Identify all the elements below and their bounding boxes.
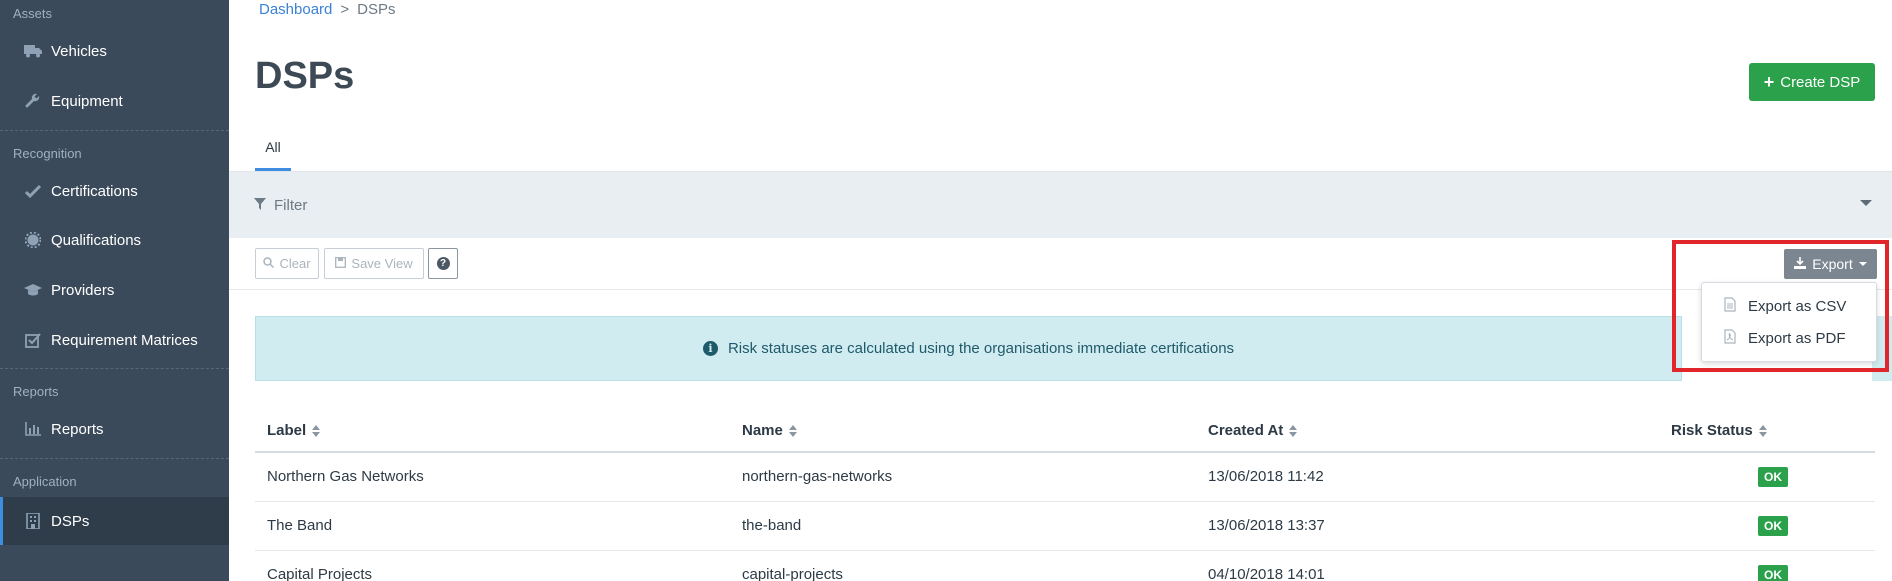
wrench-icon: [24, 92, 42, 110]
sidebar-item-label: Requirement Matrices: [51, 331, 198, 349]
sidebar-item-label: Qualifications: [51, 231, 142, 249]
sidebar-item-label: DSPs: [51, 512, 90, 530]
sidebar-item-dsps[interactable]: DSPs: [0, 497, 229, 545]
highlight-annotation-box: [1672, 240, 1889, 372]
create-dsp-label: Create DSP: [1780, 73, 1861, 91]
sidebar-item-reports[interactable]: Reports: [0, 407, 229, 451]
clear-button[interactable]: Clear: [255, 248, 319, 279]
save-icon: [335, 256, 347, 271]
filter-label: Filter: [274, 196, 308, 214]
table-row[interactable]: Northern Gas Networks northern-gas-netwo…: [255, 452, 1875, 502]
cell-label: Capital Projects: [255, 550, 730, 581]
breadcrumb-dashboard-link[interactable]: Dashboard: [259, 1, 332, 18]
sidebar-divider: [0, 130, 229, 131]
sidebar-item-equipment[interactable]: Equipment: [0, 79, 229, 123]
plus-icon: +: [1763, 72, 1775, 92]
save-view-label: Save View: [351, 256, 413, 271]
breadcrumb: Dashboard > DSPs: [259, 1, 396, 18]
page-title: DSPs: [255, 55, 355, 97]
info-banner: i Risk statuses are calculated using the…: [255, 316, 1682, 381]
column-created-text: Created At: [1208, 422, 1284, 439]
cell-created-at: 13/06/2018 13:37: [1196, 501, 1659, 551]
sidebar-section-recognition: Recognition: [13, 146, 82, 161]
clear-label: Clear: [279, 256, 311, 271]
sidebar-item-label: Equipment: [51, 92, 123, 110]
table-header-row: Label Name Created At Risk Status: [255, 410, 1875, 453]
breadcrumb-current: DSPs: [357, 1, 396, 18]
cell-label: Northern Gas Networks: [255, 452, 730, 502]
truck-icon: [24, 42, 42, 60]
check-icon: [24, 182, 42, 200]
sidebar-item-label: Vehicles: [51, 42, 107, 60]
cell-risk-status: OK: [1659, 452, 1875, 502]
help-button[interactable]: ?: [428, 248, 458, 279]
column-header-label[interactable]: Label: [255, 410, 730, 453]
cell-risk-status: OK: [1659, 550, 1875, 581]
sort-icon: [788, 425, 797, 438]
building-icon: [24, 512, 42, 530]
filter-bar[interactable]: Filter: [229, 172, 1892, 238]
table-row[interactable]: Capital Projects capital-projects 04/10/…: [255, 550, 1875, 581]
column-header-risk-status[interactable]: Risk Status: [1659, 410, 1875, 453]
sidebar-item-label: Certifications: [51, 182, 138, 200]
sidebar-divider: [0, 458, 229, 459]
save-view-button[interactable]: Save View: [324, 248, 424, 279]
info-icon: i: [702, 341, 718, 356]
sidebar-item-qualifications[interactable]: Qualifications: [0, 218, 229, 262]
checkbox-icon: [24, 331, 42, 349]
cell-name: northern-gas-networks: [730, 452, 1196, 502]
toolbar-divider: [229, 289, 1892, 290]
dsps-table: Label Name Created At Risk Status Northe…: [255, 410, 1875, 581]
sidebar-section-application: Application: [13, 474, 77, 489]
breadcrumb-separator: >: [340, 1, 350, 18]
tab-all[interactable]: All: [255, 137, 291, 171]
cell-created-at: 04/10/2018 14:01: [1196, 550, 1659, 581]
column-header-created-at[interactable]: Created At: [1196, 410, 1659, 453]
chevron-down-icon[interactable]: [1860, 200, 1872, 206]
sidebar-item-label: Providers: [51, 281, 115, 299]
column-name-text: Name: [742, 422, 783, 439]
status-badge: OK: [1758, 564, 1788, 581]
column-label-text: Label: [267, 422, 307, 439]
cell-name: the-band: [730, 501, 1196, 551]
sidebar-section-assets: Assets: [13, 6, 53, 21]
sidebar: Assets Vehicles Equipment Recognition Ce…: [0, 0, 229, 581]
sidebar-item-providers[interactable]: Providers: [0, 268, 229, 312]
column-header-name[interactable]: Name: [730, 410, 1196, 453]
question-icon: ?: [436, 257, 450, 270]
sidebar-item-certifications[interactable]: Certifications: [0, 169, 229, 213]
status-badge: OK: [1758, 515, 1788, 536]
cell-name: capital-projects: [730, 550, 1196, 581]
graduation-cap-icon: [24, 281, 42, 299]
sidebar-item-label: Reports: [51, 420, 104, 438]
cell-risk-status: OK: [1659, 501, 1875, 551]
sidebar-section-reports: Reports: [13, 384, 59, 399]
bar-chart-icon: [24, 420, 42, 438]
info-banner-text: Risk statuses are calculated using the o…: [727, 340, 1235, 357]
filter-icon: [254, 197, 266, 214]
sidebar-divider: [0, 368, 229, 369]
gear-icon: [24, 231, 42, 249]
column-risk-text: Risk Status: [1671, 422, 1753, 439]
status-badge: OK: [1758, 466, 1788, 487]
sidebar-item-vehicles[interactable]: Vehicles: [0, 29, 229, 73]
sort-icon: [1289, 425, 1298, 438]
table-row[interactable]: The Band the-band 13/06/2018 13:37 OK: [255, 501, 1875, 551]
sort-icon: [1758, 425, 1767, 438]
cell-label: The Band: [255, 501, 730, 551]
sort-icon: [312, 425, 321, 438]
search-icon: [263, 256, 275, 271]
main-content: Dashboard > DSPs DSPs + Create DSP All F…: [229, 0, 1892, 581]
cell-created-at: 13/06/2018 11:42: [1196, 452, 1659, 502]
create-dsp-button[interactable]: + Create DSP: [1749, 63, 1875, 101]
sidebar-item-requirement-matrices[interactable]: Requirement Matrices: [0, 318, 229, 362]
